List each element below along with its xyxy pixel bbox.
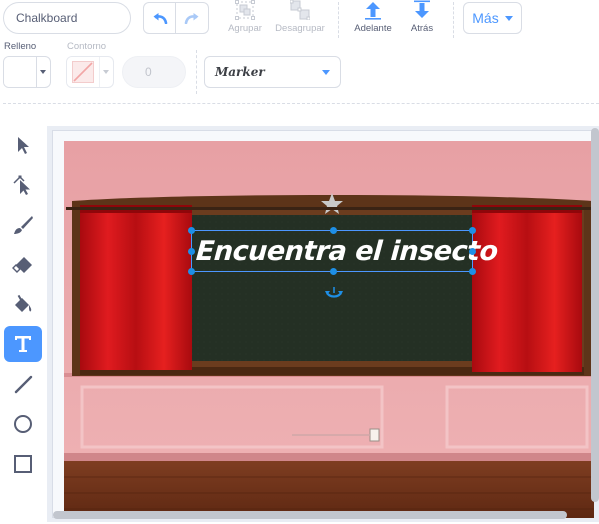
backward-label: Atrás xyxy=(410,23,434,34)
toolbar-divider xyxy=(3,103,599,104)
reshape-tool-button[interactable] xyxy=(4,167,42,203)
send-backward-icon xyxy=(414,0,430,18)
backward-button[interactable]: Atrás xyxy=(403,0,441,34)
line-tool-button[interactable] xyxy=(4,366,42,402)
reshape-icon xyxy=(13,175,30,195)
canvas-text[interactable]: Encuentra el insecto xyxy=(195,233,499,271)
outline-size-input[interactable]: 0 xyxy=(122,56,186,88)
outline-color-swatch xyxy=(67,57,99,87)
costume-name-input[interactable]: Chalkboard xyxy=(3,2,131,34)
fill-bucket-icon xyxy=(15,294,32,312)
resize-handle[interactable] xyxy=(330,268,337,275)
more-label: Más xyxy=(472,10,499,26)
resize-handle[interactable] xyxy=(188,268,195,275)
text-selection-box[interactable]: Encuentra el insecto xyxy=(188,227,499,275)
eraser-tool-button[interactable] xyxy=(4,247,42,283)
no-color-icon xyxy=(71,61,94,83)
toolbar-separator xyxy=(453,2,454,38)
text-T-icon xyxy=(15,336,31,352)
brush-tool-button[interactable] xyxy=(4,207,42,243)
group-button[interactable]: Agrupar xyxy=(225,0,265,34)
fill-color-swatch xyxy=(4,57,36,87)
redo-arrow-icon xyxy=(184,13,199,24)
text-tool-button[interactable] xyxy=(4,326,42,362)
undo-redo-group xyxy=(143,2,209,34)
undo-button[interactable] xyxy=(143,2,176,34)
rotate-handle[interactable] xyxy=(324,286,344,304)
toolbar-separator xyxy=(196,50,197,94)
fill-color-picker[interactable] xyxy=(3,56,51,88)
outline-color-picker[interactable] xyxy=(66,56,114,88)
line-icon xyxy=(14,375,33,394)
group-label: Agrupar xyxy=(228,23,262,34)
more-button[interactable]: Más xyxy=(463,2,522,34)
circle-tool-button[interactable] xyxy=(4,406,42,442)
resize-handle[interactable] xyxy=(330,227,337,234)
vertical-scrollbar[interactable] xyxy=(591,128,599,502)
horizontal-scrollbar[interactable] xyxy=(53,511,567,519)
select-arrow-icon xyxy=(18,137,29,154)
circle-icon xyxy=(14,415,32,433)
forward-button[interactable]: Adelante xyxy=(350,0,396,34)
chevron-down-icon xyxy=(322,69,330,75)
outline-label: Contorno xyxy=(67,41,107,52)
chevron-down-icon xyxy=(40,70,47,74)
resize-handle[interactable] xyxy=(469,248,476,255)
ungroup-button[interactable]: Desagrupar xyxy=(272,0,328,34)
toolbar-separator xyxy=(338,2,339,38)
select-tool-button[interactable] xyxy=(4,127,42,163)
ungroup-label: Desagrupar xyxy=(275,23,325,34)
font-dropdown[interactable]: Marker xyxy=(204,56,341,88)
drawing-canvas[interactable] xyxy=(64,141,594,518)
bring-forward-icon xyxy=(365,2,381,20)
resize-handle[interactable] xyxy=(469,227,476,234)
ungroup-icon xyxy=(290,0,310,20)
rectangle-icon xyxy=(14,455,32,473)
fill-tool-button[interactable] xyxy=(4,287,42,323)
resize-handle[interactable] xyxy=(188,227,195,234)
rotate-icon xyxy=(325,287,343,298)
chevron-down-icon xyxy=(504,15,513,21)
undo-arrow-icon xyxy=(153,13,167,24)
eraser-icon xyxy=(12,257,32,273)
font-dropdown-value: Marker xyxy=(215,65,265,79)
resize-handle[interactable] xyxy=(188,248,195,255)
forward-label: Adelante xyxy=(354,23,392,34)
fill-label: Relleno xyxy=(4,41,37,52)
brush-icon xyxy=(14,216,33,234)
chevron-down-icon xyxy=(103,70,110,74)
group-icon xyxy=(235,0,255,20)
resize-handle[interactable] xyxy=(469,268,476,275)
rectangle-tool-button[interactable] xyxy=(4,446,42,482)
chalkboard-backdrop-image xyxy=(64,141,594,518)
redo-button[interactable] xyxy=(176,2,209,34)
